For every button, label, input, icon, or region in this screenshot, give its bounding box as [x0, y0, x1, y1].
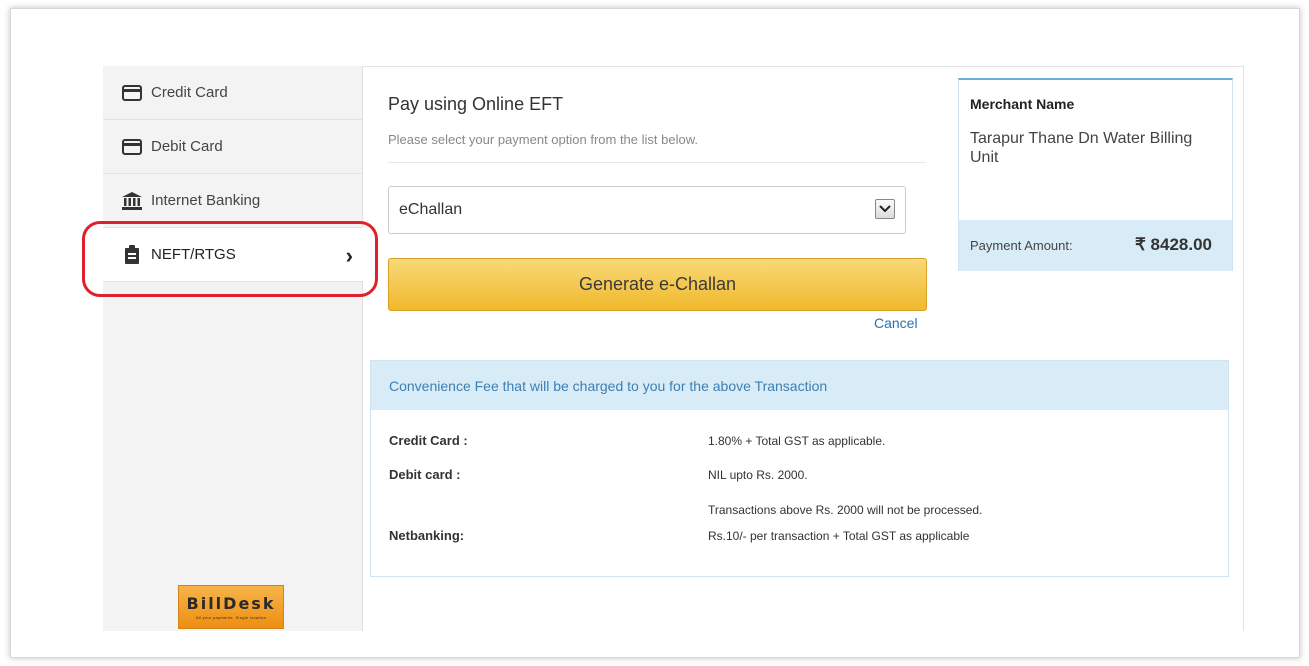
convenience-fee-box: Convenience Fee that will be charged to … [370, 360, 1229, 577]
sidebar-item-label: Internet Banking [151, 192, 261, 209]
payment-amount-value: ₹ 8428.00 [1135, 235, 1212, 254]
merchant-name: Tarapur Thane Dn Water Billing Unit [970, 130, 1193, 166]
sidebar-item-internet-banking[interactable]: Internet Banking [103, 174, 363, 228]
divider [388, 162, 926, 163]
payment-amount-label: Payment Amount: [970, 238, 1073, 253]
debit-card-icon [122, 138, 142, 156]
payment-method-sidebar: Credit Card Debit Card Internet Banking … [103, 66, 363, 631]
cancel-link[interactable]: Cancel [874, 315, 918, 331]
payment-option-select[interactable]: eChallan [388, 186, 906, 234]
page-subtitle: Please select your payment option from t… [388, 132, 698, 147]
fee-value-debit-card-note: Transactions above Rs. 2000 will not be … [708, 503, 983, 517]
fee-label-netbanking: Netbanking: [389, 528, 465, 543]
sidebar-item-label: NEFT/RTGS [151, 246, 236, 263]
sidebar-item-label: Debit Card [151, 138, 223, 155]
merchant-info-box: Merchant Name Tarapur Thane Dn Water Bil… [958, 78, 1233, 271]
merchant-label: Merchant Name [970, 96, 1075, 112]
fee-value-netbanking: Rs.10/- per transaction + Total GST as a… [708, 529, 970, 543]
page-title: Pay using Online EFT [388, 94, 564, 114]
sidebar-item-label: Credit Card [151, 84, 228, 101]
bank-icon [122, 191, 142, 210]
fee-value-credit-card: 1.80% + Total GST as applicable. [708, 434, 886, 448]
convenience-fee-heading: Convenience Fee that will be charged to … [371, 361, 1228, 410]
fee-label-credit-card: Credit Card : [389, 433, 468, 448]
credit-card-icon [122, 84, 142, 102]
fee-label-debit-card: Debit card : [389, 467, 461, 482]
generate-echallan-button[interactable]: Generate e-Challan [388, 258, 927, 311]
chevron-down-icon[interactable] [875, 199, 895, 219]
chevron-right-icon: › [345, 243, 353, 268]
payment-amount-row: Payment Amount: ₹ 8428.00 [959, 220, 1232, 271]
select-value: eChallan [399, 201, 463, 218]
sidebar-item-debit-card[interactable]: Debit Card [103, 120, 363, 174]
sidebar-item-neft-rtgs[interactable]: NEFT/RTGS › [103, 228, 363, 282]
sidebar-item-credit-card[interactable]: Credit Card [103, 66, 363, 120]
billdesk-logo: BillDesk All your payments. Single locat… [178, 585, 284, 629]
fee-value-debit-card: NIL upto Rs. 2000. [708, 468, 808, 482]
clipboard-icon [122, 245, 142, 264]
